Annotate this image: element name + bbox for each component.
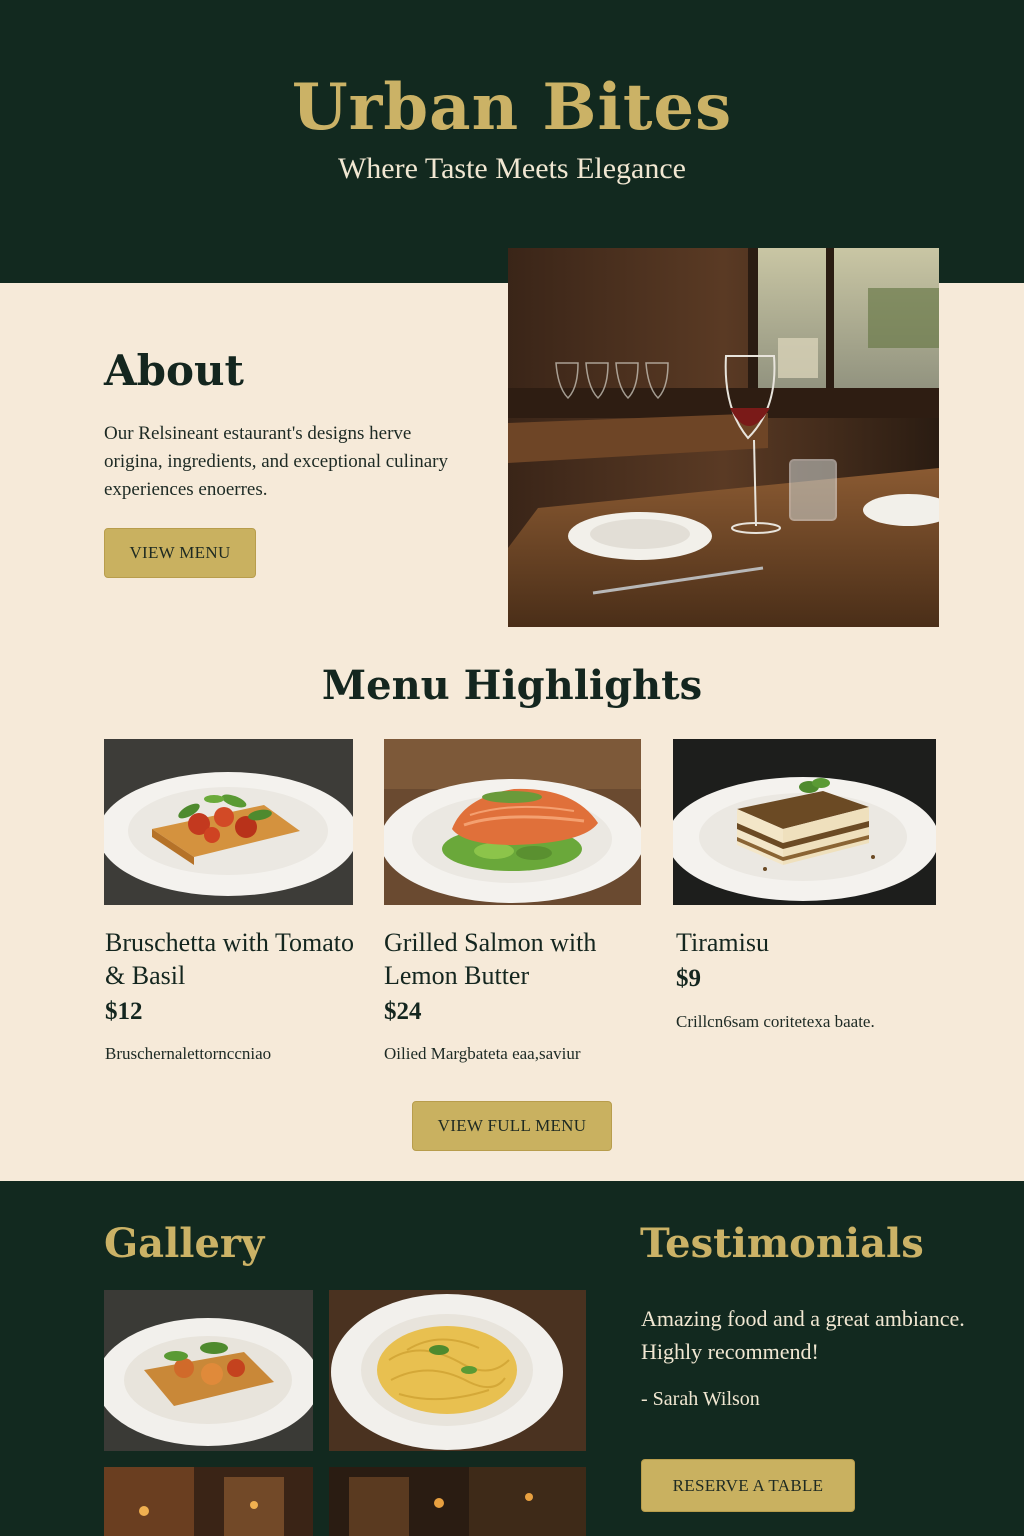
testimonials-title: Testimonials bbox=[640, 1220, 924, 1267]
dish-price-tiramisu: $9 bbox=[676, 965, 701, 992]
restaurant-interior-image bbox=[508, 248, 939, 627]
dish-price-bruschetta: $12 bbox=[105, 998, 143, 1025]
gallery-title: Gallery bbox=[104, 1220, 265, 1267]
brand-title[interactable]: Urban Bites bbox=[0, 70, 1024, 145]
gallery-image-interior[interactable] bbox=[104, 1467, 313, 1536]
menu-highlights-title: Menu Highlights bbox=[321, 662, 703, 709]
tiramisu-image[interactable] bbox=[673, 739, 936, 905]
dish-desc-salmon: Oilied Margbateta eaa,saviur bbox=[384, 1044, 581, 1063]
reserve-table-button[interactable]: RESERVE A TABLE bbox=[641, 1459, 855, 1512]
grilled-salmon-image[interactable] bbox=[384, 739, 641, 905]
view-menu-button[interactable]: VIEW MENU bbox=[104, 528, 256, 578]
dish-name-bruschetta: Bruschetta with Tomato & Basil bbox=[105, 928, 354, 990]
gallery-image-bruschetta[interactable] bbox=[104, 1290, 313, 1451]
about-title: About bbox=[104, 346, 244, 395]
dish-price-salmon: $24 bbox=[384, 998, 422, 1025]
site-header: Urban Bites Where Taste Meets Elegance bbox=[0, 0, 1024, 283]
testimonial-quote: Amazing food and a great ambiance. Highl… bbox=[641, 1306, 965, 1364]
dish-desc-tiramisu: Crillcn6sam coritetexa baate. bbox=[676, 1012, 875, 1031]
view-full-menu-button[interactable]: VIEW FULL MENU bbox=[412, 1101, 612, 1151]
testimonial-author: - Sarah Wilson bbox=[641, 1388, 760, 1410]
dish-name-tiramisu: Tiramisu bbox=[676, 928, 769, 957]
brand-tagline: Where Taste Meets Elegance bbox=[337, 152, 686, 185]
gallery-image-bar[interactable] bbox=[329, 1467, 586, 1536]
bruschetta-image[interactable] bbox=[104, 739, 353, 905]
gallery-image-spaghetti[interactable] bbox=[329, 1290, 586, 1451]
about-text: Our Relsineant estaurant's designs herve… bbox=[104, 423, 448, 500]
dish-name-salmon: Grilled Salmon with Lemon Butter bbox=[384, 928, 597, 990]
dish-desc-bruschetta: Bruschernalettornccniao bbox=[105, 1044, 272, 1063]
